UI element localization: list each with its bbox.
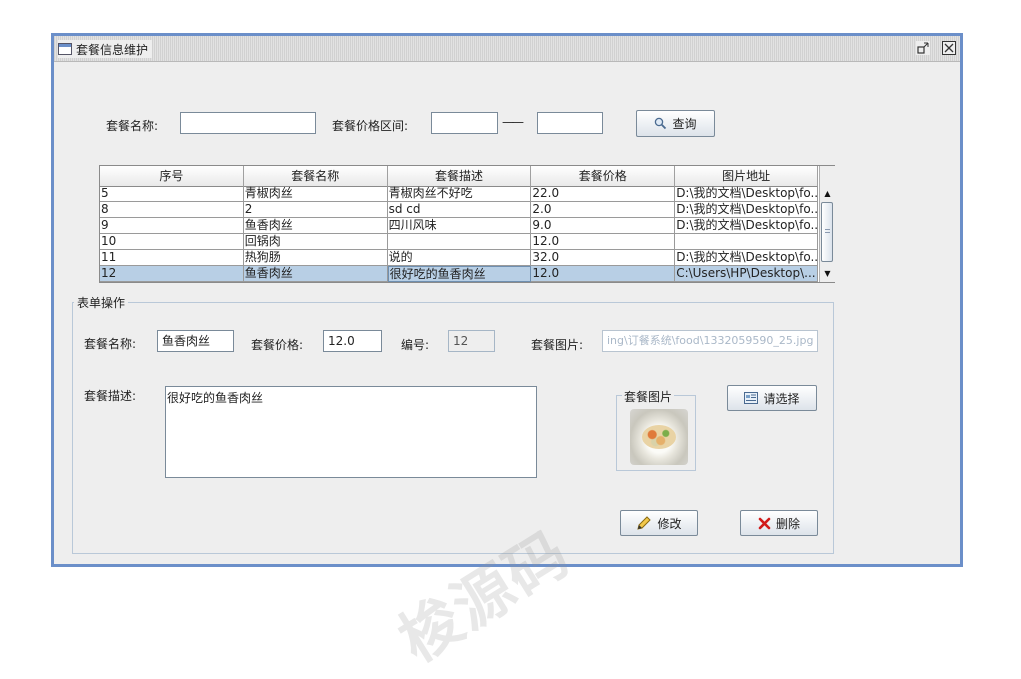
form-group-title: 表单操作: [74, 294, 129, 311]
form-price-label: 套餐价格:: [251, 338, 304, 352]
column-header-id[interactable]: 序号: [100, 166, 244, 186]
modify-button-label: 修改: [657, 516, 682, 531]
cell-image-path[interactable]: C:\Users\HP\Desktop\...: [675, 266, 818, 282]
search-price-label: 套餐价格区间:: [332, 119, 409, 133]
cell-image-path[interactable]: D:\我的文档\Desktop\fo...: [675, 202, 818, 218]
choose-image-button[interactable]: 请选择: [727, 385, 817, 411]
table-row[interactable]: 5 青椒肉丝 青椒肉丝不好吃 22.0 D:\我的文档\Desktop\fo..…: [100, 186, 818, 202]
cell-image-path[interactable]: [675, 234, 818, 250]
form-desc-label: 套餐描述:: [84, 389, 137, 403]
close-icon[interactable]: [942, 41, 956, 55]
column-header-desc[interactable]: 套餐描述: [388, 166, 532, 186]
scroll-up-icon[interactable]: ▲: [821, 188, 834, 200]
price-max-input[interactable]: [537, 112, 603, 134]
delete-button[interactable]: 删除: [740, 510, 818, 536]
cell-price[interactable]: 9.0: [531, 218, 676, 234]
table-row-selected[interactable]: 12 鱼香肉丝 很好吃的鱼香肉丝 12.0 C:\Users\HP\Deskto…: [100, 266, 818, 282]
cell-price[interactable]: 32.0: [531, 250, 676, 266]
cell-name[interactable]: 鱼香肉丝: [243, 266, 388, 282]
table-scrollbar[interactable]: ▲ ▼: [819, 166, 835, 282]
title-area: 套餐信息维护: [58, 40, 153, 58]
image-preview-title: 套餐图片: [622, 388, 675, 405]
column-header-name[interactable]: 套餐名称: [244, 166, 388, 186]
search-name-input[interactable]: [180, 112, 316, 134]
search-name-label: 套餐名称:: [106, 119, 159, 133]
cell-price[interactable]: 12.0: [531, 266, 676, 282]
cell-name[interactable]: 青椒肉丝: [243, 186, 388, 202]
table-body: 5 青椒肉丝 青椒肉丝不好吃 22.0 D:\我的文档\Desktop\fo..…: [100, 186, 818, 282]
cell-id[interactable]: 5: [100, 186, 244, 202]
cell-image-path[interactable]: D:\我的文档\Desktop\fo...: [675, 218, 818, 234]
column-header-image-path[interactable]: 图片地址: [675, 166, 818, 186]
cell-id[interactable]: 10: [100, 234, 244, 250]
form-price-input[interactable]: 12.0: [323, 330, 382, 352]
cell-name[interactable]: 鱼香肉丝: [243, 218, 388, 234]
modify-button[interactable]: 修改: [620, 510, 698, 536]
restore-icon[interactable]: [916, 41, 930, 55]
cell-image-path[interactable]: D:\我的文档\Desktop\fo...: [675, 250, 818, 266]
query-button[interactable]: 查询: [636, 110, 715, 137]
table-row[interactable]: 9 鱼香肉丝 四川风味 9.0 D:\我的文档\Desktop\fo...: [100, 218, 818, 234]
cell-price[interactable]: 22.0: [531, 186, 676, 202]
form-image-path-field[interactable]: ing\订餐系统\food\1332059590_25.jpg: [602, 330, 818, 352]
column-header-price[interactable]: 套餐价格: [531, 166, 676, 186]
meal-image: [630, 409, 688, 465]
delete-x-icon: [758, 517, 771, 530]
cell-id[interactable]: 11: [100, 250, 244, 266]
cell-desc[interactable]: 说的: [387, 250, 532, 266]
image-file-icon: [744, 392, 759, 404]
cell-desc[interactable]: sd cd: [387, 202, 532, 218]
cell-image-path[interactable]: D:\我的文档\Desktop\fo...: [675, 186, 818, 202]
form-name-label: 套餐名称:: [84, 337, 137, 351]
form-image-label: 套餐图片:: [531, 338, 584, 352]
form-id-field: 12: [448, 330, 495, 352]
cell-id[interactable]: 12: [100, 266, 244, 282]
scroll-thumb[interactable]: [821, 202, 833, 262]
cell-price[interactable]: 12.0: [531, 234, 676, 250]
cell-desc[interactable]: [387, 234, 532, 250]
window-icon: [58, 43, 72, 55]
search-icon: [654, 117, 667, 130]
query-button-label: 查询: [672, 117, 697, 131]
delete-button-label: 删除: [775, 516, 800, 531]
cell-name[interactable]: 2: [243, 202, 388, 218]
choose-image-button-label: 请选择: [763, 391, 800, 406]
cell-id[interactable]: 8: [100, 202, 244, 218]
cell-desc[interactable]: 很好吃的鱼香肉丝: [387, 266, 532, 282]
table-row[interactable]: 8 2 sd cd 2.0 D:\我的文档\Desktop\fo...: [100, 202, 818, 218]
meal-table: 序号 套餐名称 套餐描述 套餐价格 图片地址 5 青椒肉丝 青椒肉丝不好吃 22…: [99, 165, 835, 283]
cell-desc[interactable]: 四川风味: [387, 218, 532, 234]
price-min-input[interactable]: [431, 112, 498, 134]
cell-name[interactable]: 回锅肉: [243, 234, 388, 250]
cell-price[interactable]: 2.0: [531, 202, 676, 218]
scroll-down-icon[interactable]: ▼: [821, 268, 834, 280]
app-window: 套餐信息维护 套餐名称: 套餐价格区间: —— 查询 序号 套餐名称 套餐描述 …: [51, 33, 963, 567]
price-range-separator: ——: [502, 115, 524, 129]
table-row[interactable]: 10 回锅肉 12.0: [100, 234, 818, 250]
pencil-icon: [636, 515, 652, 531]
table-header: 序号 套餐名称 套餐描述 套餐价格 图片地址: [100, 166, 818, 187]
form-desc-textarea[interactable]: 很好吃的鱼香肉丝: [165, 386, 537, 478]
cell-name[interactable]: 热狗肠: [243, 250, 388, 266]
form-name-input[interactable]: 鱼香肉丝: [157, 330, 234, 352]
cell-id[interactable]: 9: [100, 218, 244, 234]
form-id-label: 编号:: [401, 338, 430, 352]
food-picture: [642, 425, 676, 449]
cell-desc[interactable]: 青椒肉丝不好吃: [387, 186, 532, 202]
title-bar[interactable]: 套餐信息维护: [54, 36, 960, 62]
window-title: 套餐信息维护: [76, 42, 149, 57]
table-row[interactable]: 11 热狗肠 说的 32.0 D:\我的文档\Desktop\fo...: [100, 250, 818, 266]
